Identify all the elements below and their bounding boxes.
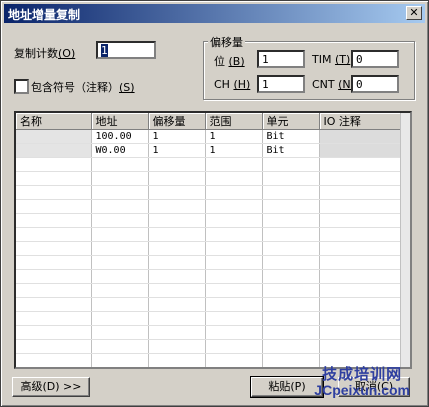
paste-button[interactable]: 粘贴(P) <box>250 376 324 398</box>
cell-name[interactable] <box>16 129 92 144</box>
cell-range[interactable]: 1 <box>205 129 263 144</box>
empty-row <box>16 269 403 284</box>
bit-offset-label: 位 (B) <box>214 53 245 69</box>
cnt-offset-value: 0 <box>356 78 363 91</box>
empty-row <box>16 171 403 186</box>
ch-offset-input[interactable]: 1 <box>257 75 305 93</box>
column-header-name[interactable]: 名称 <box>16 113 92 130</box>
offset-group-title: 偏移量 <box>208 34 245 50</box>
empty-row <box>16 157 403 172</box>
watermark-en: JCpeixun.com <box>314 382 410 398</box>
tim-offset-label: TIM (T) <box>312 53 350 66</box>
empty-row <box>16 311 403 326</box>
cell-offset[interactable]: 1 <box>148 129 206 144</box>
dialog-title: 地址增量复制 <box>8 8 81 22</box>
tim-offset-value: 0 <box>356 53 363 66</box>
cell-name[interactable] <box>16 143 92 158</box>
column-header-address[interactable]: 地址 <box>91 113 149 130</box>
empty-row <box>16 255 403 270</box>
ch-offset-hotkey: (H) <box>233 78 251 91</box>
tim-offset-input[interactable]: 0 <box>351 50 399 68</box>
ch-offset-label: CH (H) <box>214 78 250 91</box>
ch-offset-value: 1 <box>262 78 269 91</box>
cell-address[interactable]: 100.00 <box>91 129 149 144</box>
include-symbol-hotkey: (S) <box>119 81 135 94</box>
tim-offset-hotkey: (T) <box>334 53 351 66</box>
include-symbol-checkbox[interactable] <box>14 79 29 94</box>
address-increment-copy-dialog: 地址增量复制 ✕ 复制计数(O) 1 包含符号（注释）(S) 偏移量 位 (B)… <box>0 0 429 407</box>
watermark: 技成培训网 JCpeixun.com <box>314 366 410 398</box>
table-row[interactable]: W0.00 1 1 Bit <box>16 143 403 158</box>
table-row[interactable]: 100.00 1 1 Bit <box>16 129 403 144</box>
close-icon: ✕ <box>409 6 419 19</box>
empty-row <box>16 199 403 214</box>
cnt-offset-label: CNT (N) <box>312 78 355 91</box>
tim-offset-label-text: TIM <box>312 53 332 66</box>
cell-range[interactable]: 1 <box>205 143 263 158</box>
empty-row <box>16 185 403 200</box>
cell-io-comment[interactable] <box>319 143 403 158</box>
grid-header-row: 名称 地址 偏移量 范围 单元 IO 注释 <box>16 113 403 130</box>
column-header-io-comment[interactable]: IO 注释 <box>319 113 403 130</box>
address-grid[interactable]: 名称 地址 偏移量 范围 单元 IO 注释 100.00 1 1 Bit W0.… <box>14 111 412 369</box>
empty-row <box>16 227 403 242</box>
cell-unit[interactable]: Bit <box>262 129 320 144</box>
cnt-offset-label-text: CNT <box>312 78 335 91</box>
include-symbol-label[interactable]: 包含符号（注释）(S) <box>31 79 135 95</box>
copy-count-label-text: 复制计数 <box>14 47 58 60</box>
copy-count-hotkey: (O) <box>58 47 76 60</box>
include-symbol-label-text: 包含符号（注释） <box>31 81 119 94</box>
cell-unit[interactable]: Bit <box>262 143 320 158</box>
cell-offset[interactable]: 1 <box>148 143 206 158</box>
ch-offset-label-text: CH <box>214 78 230 91</box>
empty-row <box>16 339 403 354</box>
empty-row <box>16 297 403 312</box>
empty-row <box>16 325 403 340</box>
cell-io-comment[interactable] <box>319 129 403 144</box>
bit-offset-input[interactable]: 1 <box>257 50 305 68</box>
empty-row <box>16 213 403 228</box>
title-bar: 地址增量复制 ✕ <box>4 4 425 23</box>
close-button[interactable]: ✕ <box>406 6 422 20</box>
address-table: 名称 地址 偏移量 范围 单元 IO 注释 100.00 1 1 Bit W0.… <box>16 113 403 367</box>
empty-row <box>16 241 403 256</box>
empty-row <box>16 283 403 298</box>
copy-count-label: 复制计数(O) <box>14 45 75 61</box>
column-header-range[interactable]: 范围 <box>205 113 263 130</box>
copy-count-input[interactable]: 1 <box>96 41 156 59</box>
column-header-unit[interactable]: 单元 <box>262 113 320 130</box>
watermark-cn: 技成培训网 <box>322 365 403 383</box>
copy-count-value: 1 <box>101 44 108 57</box>
bit-offset-hotkey: (B) <box>228 55 245 68</box>
bit-offset-value: 1 <box>262 53 269 66</box>
vertical-scrollbar[interactable] <box>400 113 410 367</box>
bit-offset-label-text: 位 <box>214 55 225 68</box>
cnt-offset-input[interactable]: 0 <box>351 75 399 93</box>
column-header-offset[interactable]: 偏移量 <box>148 113 206 130</box>
advanced-button[interactable]: 高级(D) >> <box>12 377 90 397</box>
cell-address[interactable]: W0.00 <box>91 143 149 158</box>
